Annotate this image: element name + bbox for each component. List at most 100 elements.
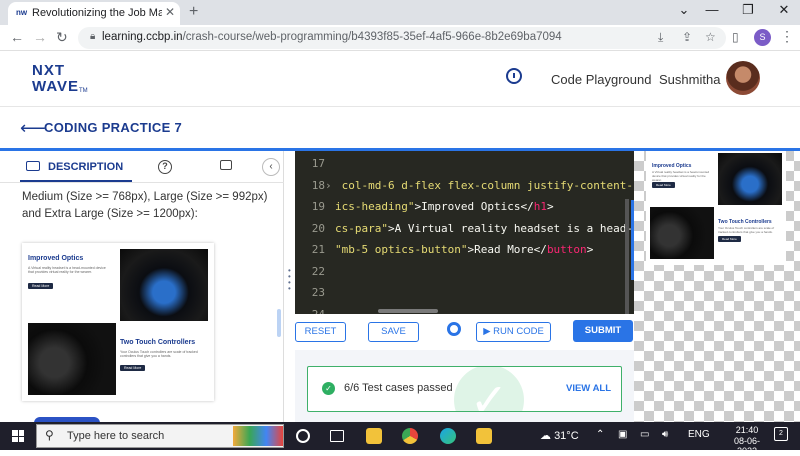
- tab-close-icon[interactable]: ✕: [165, 5, 175, 19]
- play-icon: ▶: [483, 326, 491, 337]
- share-icon[interactable]: ⇪: [682, 30, 692, 44]
- practice-bar: ⟵ CODING PRACTICE 7: [0, 107, 800, 149]
- task-view-icon[interactable]: [330, 430, 344, 442]
- gear-icon[interactable]: [447, 322, 461, 336]
- preview-text-1: A Virtual reality headset is a head-moun…: [28, 266, 106, 274]
- clock-date[interactable]: 08-06-2022: [724, 436, 770, 456]
- windows-taskbar: ⚲ Type here to search ☁ 31°C ⌃ ▣ ▭ 🔊︎ EN…: [0, 422, 800, 456]
- collapse-panel-button[interactable]: ‹: [262, 158, 280, 176]
- success-check-watermark-icon: ✓: [454, 367, 524, 411]
- line-number: 21: [311, 243, 325, 256]
- resize-handle[interactable]: • • • •: [288, 267, 292, 293]
- code-line[interactable]: cs-para">A Virtual reality headset is a …: [335, 222, 633, 235]
- output-button-1: Read More: [652, 182, 675, 188]
- back-arrow-icon[interactable]: ⟵: [20, 118, 46, 139]
- code-token: button: [546, 243, 587, 256]
- reload-icon[interactable]: ↻: [56, 29, 68, 46]
- clock-time[interactable]: 21:40: [724, 425, 770, 435]
- output-text-1: A Virtual reality headset is a head-moun…: [652, 170, 710, 182]
- logo-line1[interactable]: NXT: [32, 62, 65, 79]
- restore-icon[interactable]: ❐: [728, 2, 768, 18]
- more-menu-icon[interactable]: ⋮: [780, 28, 794, 45]
- code-line[interactable]: "mb-5 optics-button">Read More</button>: [335, 243, 593, 256]
- editor-actions: RESET SAVE ▶ RUN CODE SUBMIT: [295, 314, 634, 350]
- url-text[interactable]: learning.ccbp.in/crash-course/web-progra…: [102, 31, 562, 43]
- username[interactable]: Sushmitha: [659, 72, 720, 87]
- edge-icon[interactable]: [440, 428, 456, 444]
- weather-icon: ☁: [540, 430, 551, 442]
- windows-start-icon[interactable]: [12, 430, 24, 442]
- save-button[interactable]: SAVE: [368, 322, 419, 342]
- submit-button[interactable]: SUBMIT: [573, 320, 633, 342]
- line-number: 22: [311, 264, 325, 278]
- profile-avatar[interactable]: S: [754, 29, 771, 46]
- code-editor[interactable]: 1718›192021222324 col-md-6 d-flex flex-c…: [295, 151, 634, 321]
- code-playground-link[interactable]: Code Playground: [551, 72, 651, 87]
- code-line[interactable]: ics-heading">Improved Optics</h1>: [335, 200, 554, 213]
- run-code-label: RUN CODE: [493, 326, 544, 337]
- forward-icon[interactable]: →: [33, 29, 47, 45]
- code-token: "mb-5 optics-button": [335, 243, 468, 256]
- browser-tab[interactable]: nw Revolutionizing the Job Market | ✕: [8, 2, 180, 25]
- install-app-icon[interactable]: ⤓: [658, 30, 663, 45]
- logo-line2[interactable]: WAVE: [32, 78, 79, 95]
- minimize-icon[interactable]: —: [692, 2, 732, 17]
- editor-vertical-scrollbar[interactable]: [625, 199, 629, 314]
- preview-heading-2: Two Touch Controllers: [120, 339, 196, 346]
- line-number: 17: [311, 157, 325, 170]
- output-headset-image: [718, 153, 782, 205]
- run-code-button[interactable]: ▶ RUN CODE: [476, 322, 551, 342]
- document-icon: [26, 161, 40, 171]
- battery-icon[interactable]: ▭: [640, 429, 649, 440]
- editor-horizontal-scrollbar[interactable]: [378, 309, 438, 313]
- site-header: NXT WAVE TM Code Playground Sushmitha: [0, 51, 800, 107]
- code-token: h1: [533, 200, 547, 213]
- notification-icon[interactable]: 2: [774, 427, 788, 441]
- chevron-up-icon[interactable]: ⌃: [596, 429, 604, 440]
- volume-icon[interactable]: 🔊︎: [662, 429, 668, 440]
- bookmark-star-icon[interactable]: ☆: [705, 30, 716, 44]
- device-icon[interactable]: ▣: [618, 429, 627, 440]
- chrome-icon[interactable]: [402, 428, 418, 444]
- weather-text[interactable]: ☁ 31°C: [540, 429, 579, 442]
- output-heading-2: Two Touch Controllers: [718, 219, 772, 225]
- code-line[interactable]: col-md-6 d-flex flex-column justify-cont…: [335, 179, 633, 192]
- code-token: >: [546, 200, 554, 213]
- discussion-icon[interactable]: [220, 160, 232, 170]
- tab-description-label: DESCRIPTION: [48, 161, 124, 173]
- output-text-2: Your Oculus Touch controllers are scale …: [718, 226, 775, 234]
- taskbar-search[interactable]: ⚲ Type here to search: [36, 424, 284, 448]
- address-bar[interactable]: 🔒︎ learning.ccbp.in/crash-course/web-pro…: [78, 27, 726, 49]
- search-highlight-art: [233, 426, 283, 446]
- editor-gutter: 1718›192021222324: [295, 151, 335, 321]
- language-indicator[interactable]: ENG: [688, 429, 710, 440]
- preview-text-2: Your Oculus Touch controllers are scale …: [120, 350, 198, 358]
- vr-headset-image: [120, 249, 208, 321]
- timer-icon[interactable]: [506, 68, 522, 84]
- tests-passed-text: 6/6 Test cases passed: [344, 382, 453, 394]
- avatar[interactable]: [726, 61, 760, 95]
- reset-button[interactable]: RESET: [295, 322, 346, 342]
- sidebar-icon[interactable]: ▯: [732, 30, 739, 44]
- new-tab-icon[interactable]: +: [189, 3, 198, 21]
- search-icon: ⚲: [45, 428, 54, 442]
- line-number: 20: [311, 221, 325, 235]
- description-scrollbar[interactable]: [277, 309, 281, 337]
- window-close-icon[interactable]: ✕: [764, 2, 800, 18]
- hint-icon[interactable]: ?: [158, 160, 172, 174]
- expected-output-image: Improved Optics A Virtual reality headse…: [22, 243, 214, 401]
- weather-temp: 31°C: [554, 430, 579, 442]
- back-icon[interactable]: ←: [10, 29, 24, 45]
- view-all-button[interactable]: VIEW ALL: [566, 383, 611, 394]
- preview-button-2: Read More: [120, 365, 146, 371]
- panel-tabs: DESCRIPTION ? ‹: [0, 151, 284, 183]
- code-token: >A Virtual reality headset is a head-: [387, 221, 634, 235]
- file-explorer-icon[interactable]: [366, 428, 382, 444]
- output-button-2: Read More: [718, 236, 741, 242]
- sticky-app-icon[interactable]: [476, 428, 492, 444]
- lock-icon[interactable]: 🔒︎: [90, 31, 95, 42]
- browser-toolbar: ← → ↻ 🔒︎ learning.ccbp.in/crash-course/w…: [0, 25, 800, 51]
- tab-title: Revolutionizing the Job Market |: [32, 7, 162, 19]
- cortana-icon[interactable]: [296, 429, 310, 443]
- fold-marker-icon[interactable]: ›: [325, 179, 335, 192]
